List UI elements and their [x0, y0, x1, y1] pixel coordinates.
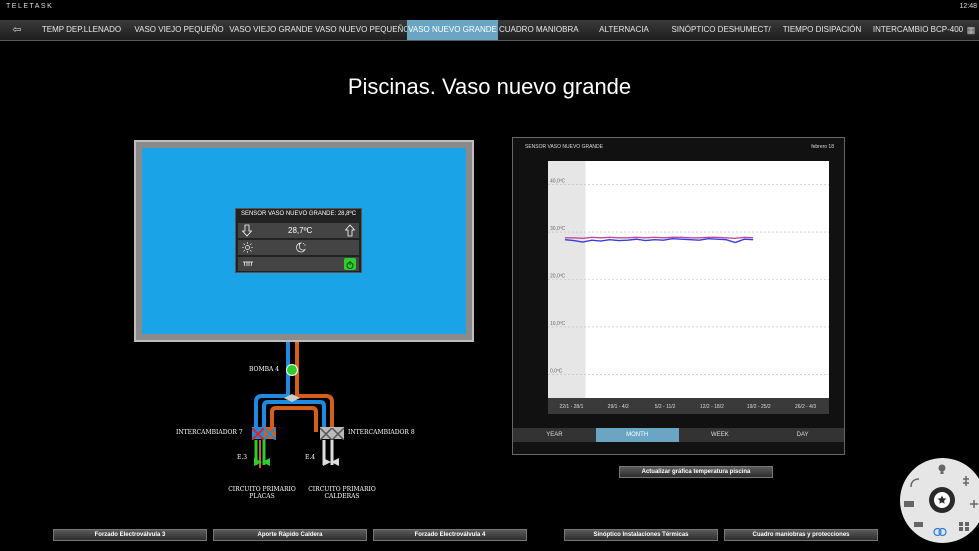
range-button-week[interactable]: WEEK: [679, 428, 762, 442]
arrow-up-icon[interactable]: [345, 224, 355, 237]
page-title: Piscinas. Vaso nuevo grande: [347, 74, 632, 99]
thermostat-widget[interactable]: SENSOR VASO NUEVO GRANDE: 28,8ºC 28,7ºC: [235, 208, 362, 273]
sun-icon[interactable]: [242, 242, 253, 253]
nav-tab-6[interactable]: CUADRO MANIOBRAS: [499, 20, 579, 40]
circuit-calderas-label: CIRCUITO PRIMARIO CALDERAS: [302, 486, 382, 500]
x-axis-band: [548, 398, 829, 414]
sinoptico-instalaciones-button[interactable]: Sinóptico Instalaciones Térmicas: [564, 529, 718, 541]
nav-tab-2[interactable]: VASO VIEJO PEQUEÑO: [131, 20, 227, 40]
setpoint-value: 28,7ºC: [288, 226, 313, 235]
setpoint-row: 28,7ºC: [238, 223, 359, 238]
heat-exchanger-7[interactable]: [251, 427, 277, 441]
line-chart: 40,0ºC 30,0ºC 20,0ºC 10,0ºC 0,0ºC 22/1 - 28/1…: [548, 161, 829, 414]
range-button-month[interactable]: MONTH: [595, 428, 679, 442]
heat-exchanger-8[interactable]: [319, 427, 345, 441]
nav-tab-3[interactable]: VASO VIEJO GRANDE: [227, 20, 315, 40]
power-icon[interactable]: [344, 258, 356, 270]
valve-e4[interactable]: [323, 453, 339, 466]
piping-schematic: [254, 342, 334, 468]
moon-icon[interactable]: [295, 242, 307, 253]
nav-tab-8[interactable]: SINÓPTICO DESHUMECT/: [668, 20, 774, 40]
audio-icon[interactable]: [909, 477, 921, 489]
y-tick-label: 20,0ºC: [550, 274, 566, 280]
shower-icon[interactable]: [242, 259, 254, 269]
clock: 12:48: [959, 3, 977, 10]
series-line-2: [564, 236, 754, 240]
update-chart-button[interactable]: Actualizar gráfica temperatura piscina: [619, 466, 773, 478]
chart-sensor-title: SENSOR VASO NUEVO GRANDE: [525, 144, 603, 150]
screen-icon[interactable]: [903, 498, 915, 510]
range-selector: YEAR MONTH WEEK DAY: [513, 428, 844, 442]
x-tick-label: 29/1 - 4/2: [608, 404, 629, 410]
cuadro-maniobras-button[interactable]: Cuadro maniobras y protecciones: [724, 529, 878, 541]
mode-row: [238, 240, 359, 255]
x-tick-label: 26/2 - 4/3: [795, 404, 816, 410]
back-arrow-icon[interactable]: ⇦: [6, 20, 28, 40]
nav-tab-7[interactable]: ALTERNACIA: [580, 20, 668, 40]
valve-e4-label: E.4: [305, 454, 316, 461]
top-navigation: ⇦ TEMP DEP.LLENADO VASO VIEJO PEQUEÑO VASO…: [0, 20, 979, 41]
range-button-day[interactable]: DAY: [761, 428, 844, 442]
valve-e3[interactable]: [254, 453, 270, 466]
forzado-electrovalvula-3-button[interactable]: Forzado Electroválvula 3: [53, 529, 207, 541]
nav-tab-4[interactable]: VASO NUEVO PEQUEÑO: [315, 20, 407, 40]
brand-logo: TELETASK: [6, 3, 54, 10]
nav-tab-10[interactable]: INTERCAMBIO BCP-400: [870, 20, 966, 40]
navigation-dial[interactable]: [900, 458, 979, 543]
x-tick-label: 5/2 - 11/2: [655, 404, 676, 410]
y-tick-label: 0,0ºC: [550, 368, 563, 374]
y-tick-label: 30,0ºC: [550, 226, 566, 232]
more-tabs-icon[interactable]: ▦: [965, 20, 977, 40]
motor-icon[interactable]: [960, 475, 972, 487]
plot-area: 40,0ºC 30,0ºC 20,0ºC 10,0ºC 0,0ºC 22/1 - 28/1…: [548, 161, 829, 414]
fan-icon[interactable]: [968, 498, 979, 510]
hx8-label: INTERCAMBIADOR 8: [348, 429, 415, 436]
arrow-down-icon[interactable]: [242, 224, 252, 237]
valve-e3-label: E.3: [237, 454, 248, 461]
x-tick-label: 22/1 - 28/1: [559, 404, 583, 410]
y-tick-label: 40,0ºC: [550, 179, 566, 185]
range-button-year[interactable]: YEAR: [513, 428, 596, 442]
widget-sensor-title: SENSOR VASO NUEVO GRANDE: 28,8ºC: [240, 211, 357, 217]
circuit-calderas-line2: CALDERAS: [324, 493, 360, 500]
climate-icon[interactable]: [933, 526, 947, 538]
nav-tab-9[interactable]: TIEMPO DISIPACIÓN: [774, 20, 870, 40]
circuit-placas-line2: PLACAS: [249, 493, 275, 500]
circuit-placas-line1: CIRCUITO PRIMARIO: [228, 486, 296, 493]
aporte-rapido-caldera-button[interactable]: Aporte Rápido Caldera: [213, 529, 367, 541]
x-tick-label: 19/2 - 25/2: [747, 404, 771, 410]
lightbulb-icon[interactable]: [936, 463, 948, 475]
series-line-1: [564, 237, 754, 244]
nav-tab-5[interactable]: VASO NUEVO GRANDE: [407, 20, 498, 40]
pump-icon[interactable]: [286, 364, 298, 376]
camera-icon[interactable]: [913, 518, 925, 530]
control-row: [238, 257, 359, 271]
x-tick-label: 12/2 - 18/2: [700, 404, 724, 410]
hx7-label: INTERCAMBIADOR 7: [176, 429, 243, 436]
pump-label: BOMBA 4: [249, 366, 280, 373]
circuit-placas-label: CIRCUITO PRIMARIO PLACAS: [222, 486, 302, 500]
y-tick-label: 10,0ºC: [550, 321, 566, 327]
grid-icon[interactable]: [958, 520, 970, 532]
temperature-chart-panel: SENSOR VASO NUEVO GRANDE febrero 18 40,0…: [512, 137, 845, 455]
circuit-calderas-line1: CIRCUITO PRIMARIO: [308, 486, 376, 493]
chart-period-label: febrero 18: [811, 144, 834, 150]
nav-tab-1[interactable]: TEMP DEP.LLENADO: [33, 20, 130, 40]
forzado-electrovalvula-4-button[interactable]: Forzado Electroválvula 4: [373, 529, 527, 541]
favorites-star-icon[interactable]: [929, 487, 955, 513]
